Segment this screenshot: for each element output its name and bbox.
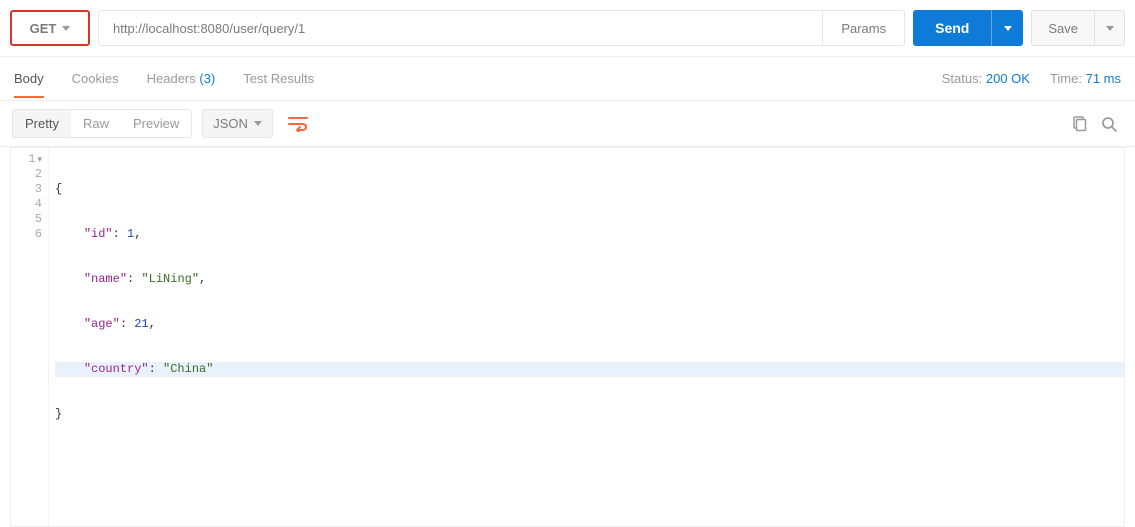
tab-cookies[interactable]: Cookies [72,59,119,98]
wrap-icon [288,116,308,132]
view-raw-button[interactable]: Raw [71,110,121,137]
send-dropdown-button[interactable] [991,10,1023,46]
tab-body[interactable]: Body [14,59,44,98]
line-gutter: 1 2 3 4 5 6 [11,148,49,526]
status-area: Status: 200 OK Time: 71 ms [942,71,1121,86]
gutter-line: 6 [11,227,42,242]
search-button[interactable] [1101,116,1117,132]
code-line: "country": "China" [55,362,1124,377]
response-tabs-row: Body Cookies Headers (3) Test Results St… [0,57,1135,101]
tab-test-results[interactable]: Test Results [243,59,314,98]
status-label: Status: [942,71,982,86]
search-icon [1101,116,1117,132]
chevron-down-icon [62,26,70,31]
view-mode-group: Pretty Raw Preview [12,109,192,138]
status-code: Status: 200 OK [942,71,1030,86]
code-line: "name": "LiNing", [55,272,1124,287]
format-dropdown[interactable]: JSON [202,109,273,138]
code-line: { [55,182,1124,197]
response-time: Time: 71 ms [1050,71,1121,86]
time-value: 71 ms [1086,71,1121,86]
send-group: Send [913,10,1023,46]
gutter-line: 1 [11,152,42,167]
http-method-dropdown[interactable]: GET [10,10,90,46]
tab-headers-count: (3) [199,71,215,86]
http-method-label: GET [30,21,57,36]
wrap-lines-button[interactable] [283,110,313,138]
response-tabs: Body Cookies Headers (3) Test Results [14,59,314,98]
tab-headers[interactable]: Headers (3) [147,59,216,98]
gutter-line: 3 [11,182,42,197]
code-line: } [55,407,1124,422]
url-input[interactable] [99,11,822,45]
request-bar: GET Params Send Save [0,0,1135,57]
chevron-down-icon [254,121,262,126]
chevron-down-icon [1004,26,1012,31]
gutter-line: 4 [11,197,42,212]
save-button[interactable]: Save [1031,10,1095,46]
body-toolbar: Pretty Raw Preview JSON [0,101,1135,147]
toolbar-right-icons [1071,116,1123,132]
code-line: "id": 1, [55,227,1124,242]
gutter-line: 2 [11,167,42,182]
copy-button[interactable] [1071,116,1087,132]
view-preview-button[interactable]: Preview [121,110,191,137]
view-pretty-button[interactable]: Pretty [13,110,71,137]
gutter-line: 5 [11,212,42,227]
copy-icon [1071,116,1087,132]
save-group: Save [1031,10,1125,46]
code-content: { "id": 1, "name": "LiNing", "age": 21, … [49,148,1124,526]
params-button[interactable]: Params [822,11,904,45]
chevron-down-icon [1106,26,1114,31]
response-body-editor[interactable]: 1 2 3 4 5 6 { "id": 1, "name": "LiNing",… [10,147,1125,527]
tab-headers-label: Headers [147,71,196,86]
status-value: 200 OK [986,71,1030,86]
code-line: "age": 21, [55,317,1124,332]
url-group: Params [98,10,905,46]
time-label: Time: [1050,71,1082,86]
send-button[interactable]: Send [913,10,991,46]
format-label: JSON [213,116,248,131]
save-dropdown-button[interactable] [1095,10,1125,46]
